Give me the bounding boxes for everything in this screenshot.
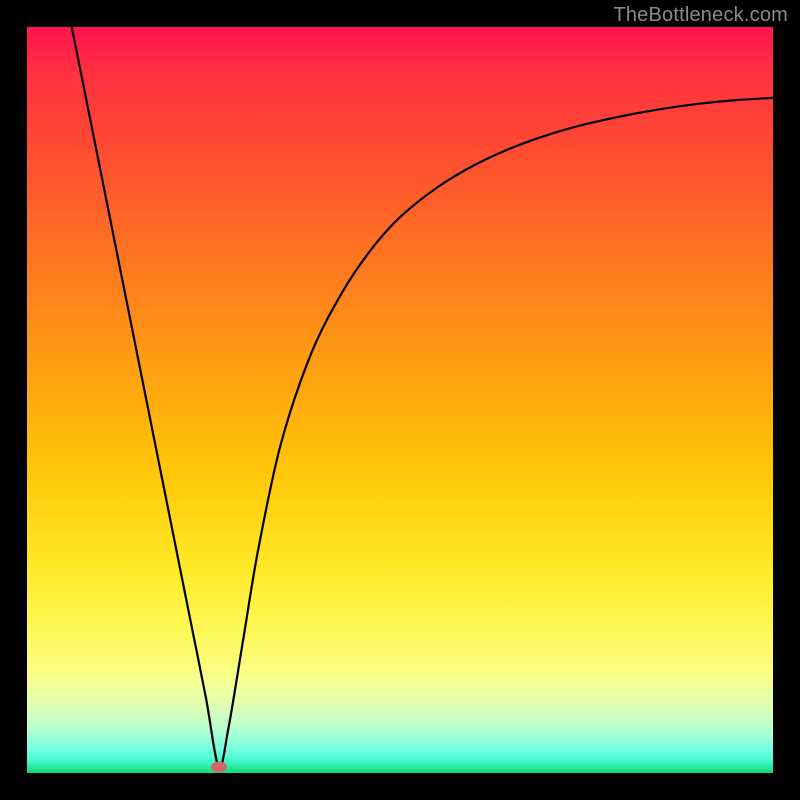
minimum-marker	[211, 762, 227, 773]
curve-layer	[27, 27, 773, 773]
watermark-text: TheBottleneck.com	[613, 4, 788, 27]
chart-frame: TheBottleneck.com	[0, 0, 800, 800]
bottleneck-curve	[72, 27, 773, 768]
